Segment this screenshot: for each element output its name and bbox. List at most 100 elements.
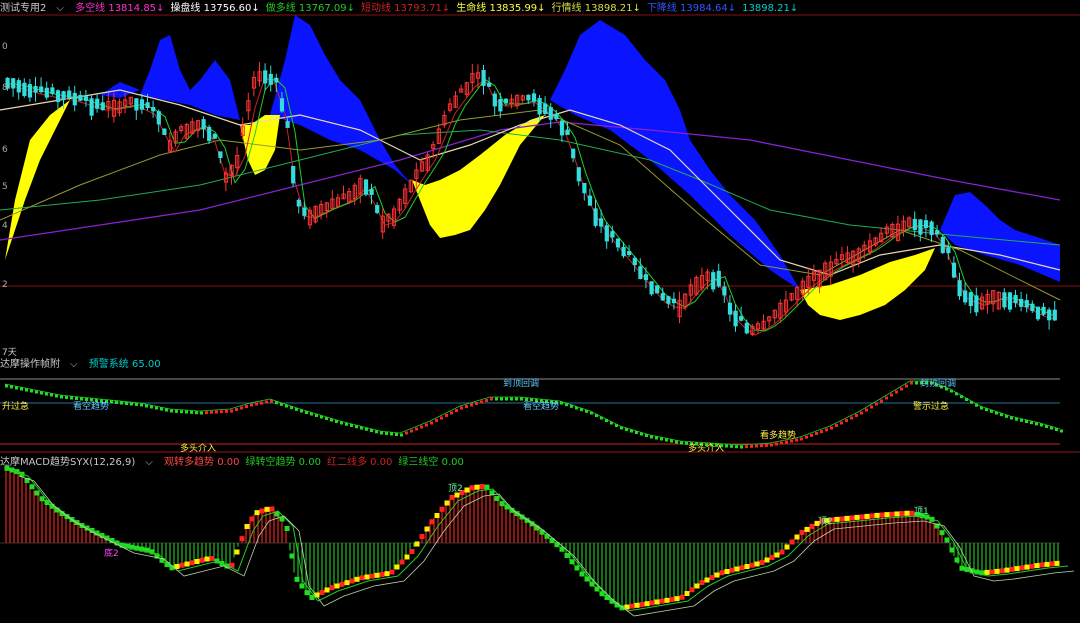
candlestick	[274, 77, 279, 83]
oscillator-dot	[145, 404, 148, 408]
macd-point	[1019, 565, 1025, 571]
macd-point	[249, 516, 255, 522]
macd-point	[424, 526, 430, 532]
candlestick	[604, 225, 609, 242]
macd-point	[334, 583, 340, 589]
oscillator-dot	[50, 393, 53, 397]
candlestick	[156, 111, 161, 125]
candlestick-chart[interactable]	[0, 0, 1080, 346]
macd-point	[689, 587, 695, 593]
macd-point	[854, 514, 860, 520]
oscillator-dot	[180, 410, 183, 414]
macd-point	[839, 516, 845, 522]
oscillator-dot	[245, 405, 248, 408]
candlestick	[16, 80, 21, 93]
macd-point	[29, 484, 35, 490]
macd-point	[469, 485, 475, 491]
candlestick	[1041, 306, 1046, 315]
macd-point	[209, 556, 215, 561]
macd-point	[414, 541, 420, 547]
candlestick	[134, 98, 139, 111]
macd-point	[949, 547, 955, 553]
oscillator-dot	[840, 421, 843, 425]
macd-point	[199, 557, 205, 563]
oscillator-dot	[860, 411, 863, 415]
macd-point	[894, 511, 900, 517]
candlestick	[957, 280, 962, 297]
macd-annotation: 顶2	[818, 517, 833, 527]
macd-point	[724, 569, 730, 574]
oscillator-dot	[45, 392, 48, 396]
candlestick	[716, 270, 721, 287]
macd-point	[289, 553, 295, 559]
oscillator-dot	[185, 410, 188, 414]
oscillator-dot	[905, 384, 908, 388]
signal-annotation: 警示过急	[913, 402, 950, 412]
macd-point	[239, 536, 245, 542]
oscillator-dot	[25, 388, 28, 392]
macd-point	[1054, 560, 1060, 566]
oscillator-dot	[240, 406, 243, 410]
macd-point	[639, 602, 645, 607]
macd-chart[interactable]	[0, 453, 1080, 623]
macd-point	[304, 590, 310, 596]
candlestick	[951, 262, 957, 278]
macd-point	[244, 524, 250, 529]
macd-point	[874, 512, 880, 518]
macd-point	[804, 526, 810, 532]
macd-point	[989, 569, 995, 575]
candlestick	[1047, 309, 1052, 321]
macd-point	[954, 557, 960, 563]
macd-point	[404, 554, 410, 560]
candlestick	[559, 120, 565, 136]
macd-point	[759, 560, 765, 565]
macd-signal-line	[18, 475, 1075, 617]
candlestick	[565, 129, 570, 135]
candlestick	[912, 218, 917, 231]
candlestick	[548, 107, 553, 120]
macd-point	[479, 484, 485, 490]
oscillator-dot	[880, 399, 883, 403]
macd-point	[884, 512, 890, 518]
oscillator-dot	[170, 409, 173, 413]
long-moving-average	[0, 121, 1061, 241]
oscillator-dot	[455, 409, 458, 412]
oscillator-dot	[820, 430, 823, 434]
oscillator-dot	[740, 445, 743, 449]
oscillator-dot	[800, 437, 803, 441]
oscillator-dot	[770, 443, 773, 447]
oscillator-dot	[780, 441, 783, 445]
candlestick	[733, 310, 738, 327]
macd-point	[1034, 563, 1040, 569]
macd-point	[764, 557, 770, 563]
candlestick	[638, 266, 643, 280]
oscillator-dot	[775, 442, 778, 446]
macd-point	[939, 530, 945, 536]
candlestick	[50, 87, 55, 94]
bearish-cloud-area	[940, 192, 1060, 282]
oscillator-dot	[410, 429, 413, 433]
oscillator-dot	[225, 409, 228, 413]
oscillator-dot	[835, 424, 838, 427]
macd-point	[774, 552, 780, 558]
candlestick	[655, 285, 660, 294]
oscillator-dot	[420, 425, 423, 429]
candlestick	[11, 78, 16, 89]
candlestick	[923, 220, 929, 229]
oscillator-dot	[665, 438, 668, 442]
candlestick	[100, 102, 105, 111]
oscillator-dot	[650, 435, 653, 439]
macd-point	[729, 567, 735, 573]
macd-point	[769, 555, 775, 560]
oscillator-dot	[495, 397, 498, 401]
candlestick	[744, 322, 749, 334]
macd-point	[694, 583, 700, 589]
macd-point	[339, 581, 345, 587]
oscillator-dot	[830, 426, 833, 430]
price-axis-tick: 0	[2, 42, 8, 52]
macd-annotation: 底2	[104, 549, 119, 559]
macd-point	[34, 490, 40, 496]
candlestick	[1013, 295, 1018, 304]
short-moving-average	[4, 76, 1056, 336]
candlestick	[963, 290, 968, 303]
